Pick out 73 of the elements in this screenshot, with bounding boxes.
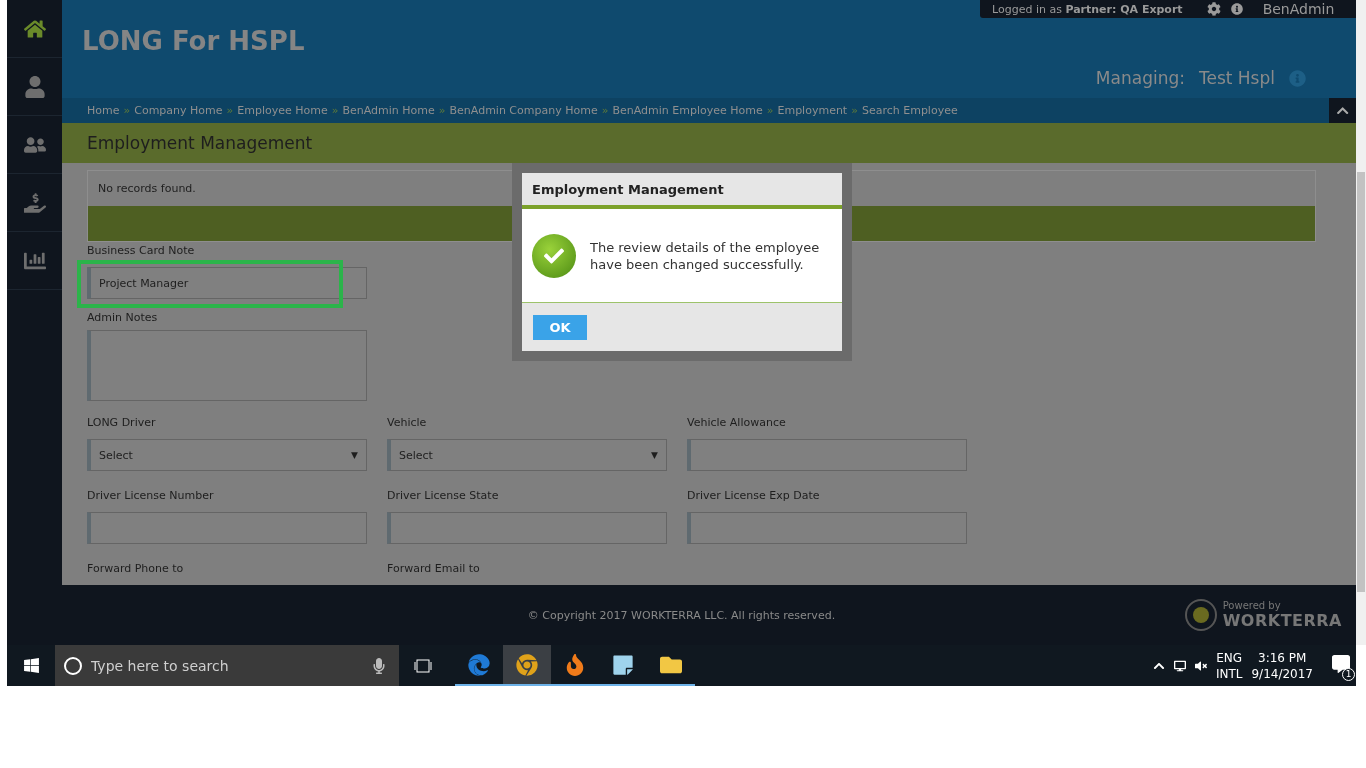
settings-icon[interactable] <box>1206 2 1221 16</box>
input-field[interactable] <box>687 439 967 471</box>
breadcrumb-link[interactable]: BenAdmin Employee Home <box>612 104 763 117</box>
taskbar-app[interactable] <box>503 645 551 686</box>
breadcrumb-separator: » <box>438 104 446 117</box>
field-label: Admin Notes <box>87 310 158 326</box>
clock-time[interactable]: 3:16 PM <box>1258 649 1307 666</box>
powered-by-text: Powered by <box>1222 600 1282 611</box>
windows-logo-icon <box>22 657 40 674</box>
username[interactable]: BenAdmin <box>1262 1 1335 17</box>
breadcrumb-link[interactable]: Search Employee <box>861 104 958 117</box>
breadcrumb-link[interactable]: BenAdmin Company Home <box>449 104 598 117</box>
breadcrumb-separator: » <box>331 104 339 117</box>
microphone-icon[interactable] <box>371 657 387 674</box>
edge-icon <box>468 653 490 676</box>
breadcrumb-link[interactable]: Employment <box>777 104 848 117</box>
breadcrumb-separator: » <box>226 104 234 117</box>
login-info: Logged in as Partner: QA Export <box>992 2 1183 16</box>
home-icon[interactable] <box>23 17 46 40</box>
field-label: Driver License State <box>387 488 499 504</box>
dropdown-arrow-icon: ▼ <box>651 450 658 460</box>
breadcrumb-separator: » <box>123 104 131 117</box>
field-label: Forward Email to <box>387 561 480 577</box>
chrome-icon <box>516 653 538 676</box>
hand-coin-icon[interactable] <box>23 191 46 214</box>
mute-icon[interactable] <box>1194 659 1207 672</box>
collapse-button[interactable] <box>1329 98 1356 123</box>
breadcrumb-link[interactable]: Home <box>87 104 120 117</box>
task-view-icon <box>414 658 432 673</box>
search-field[interactable]: Type here to search <box>55 645 399 686</box>
success-check-icon <box>532 233 576 278</box>
clock-date[interactable]: 9/14/2017 <box>1251 665 1313 682</box>
input-field[interactable]: Project Manager <box>87 267 367 299</box>
input-field[interactable] <box>387 512 667 544</box>
select-field[interactable]: Select ▼ <box>387 439 667 471</box>
page-title: Employment Management <box>87 133 313 153</box>
field-label: Vehicle <box>387 415 427 431</box>
search-input[interactable]: Type here to search <box>89 656 365 675</box>
dialog-title: Employment Management <box>522 173 842 209</box>
person-icon[interactable] <box>23 75 46 98</box>
field-label: Business Card Note <box>87 243 195 259</box>
input-field[interactable] <box>687 512 967 544</box>
dialog-message: The review details of the employee have been changed successfully. <box>590 238 821 273</box>
field-label: LONG Driver <box>87 415 156 431</box>
notes-icon <box>612 653 634 676</box>
select-field[interactable]: Select ▼ <box>87 439 367 471</box>
breadcrumb-separator: » <box>766 104 774 117</box>
managing-value: Test Hspl <box>1198 68 1275 88</box>
input-field[interactable] <box>87 512 367 544</box>
copyright-text: © Copyright 2017 WORKTERRA LLC. All rights reserved. <box>527 608 836 622</box>
field-label: Vehicle Allowance <box>687 415 786 431</box>
field-label: Driver License Number <box>87 488 214 504</box>
breadcrumb-link[interactable]: Employee Home <box>237 104 328 117</box>
breadcrumb-link[interactable]: Company Home <box>134 104 223 117</box>
breadcrumb-link[interactable]: BenAdmin Home <box>342 104 435 117</box>
results-message: No records found. <box>97 181 197 197</box>
breadcrumb-separator: » <box>851 104 858 117</box>
breadcrumb-separator: » <box>601 104 609 117</box>
brand-name: WORKTERRA <box>1222 611 1342 630</box>
field-label: Forward Phone to <box>87 561 184 577</box>
textarea-field[interactable] <box>87 330 367 401</box>
fire-icon <box>564 653 586 676</box>
dropdown-arrow-icon: ▼ <box>351 450 358 460</box>
ok-button[interactable]: OK <box>533 314 587 340</box>
brand-logo-icon <box>1184 599 1217 631</box>
language-text[interactable]: ENG <box>1216 649 1243 666</box>
layout-text[interactable]: INTL <box>1215 665 1243 682</box>
managing-label: Managing: <box>1095 68 1185 88</box>
search-circle-icon <box>63 655 83 676</box>
site-title: LONG For HSPL <box>82 26 305 58</box>
scroll-thumb[interactable] <box>1357 172 1365 592</box>
field-label: Driver License Exp Date <box>687 488 820 504</box>
scrollbar[interactable] <box>1356 0 1366 645</box>
